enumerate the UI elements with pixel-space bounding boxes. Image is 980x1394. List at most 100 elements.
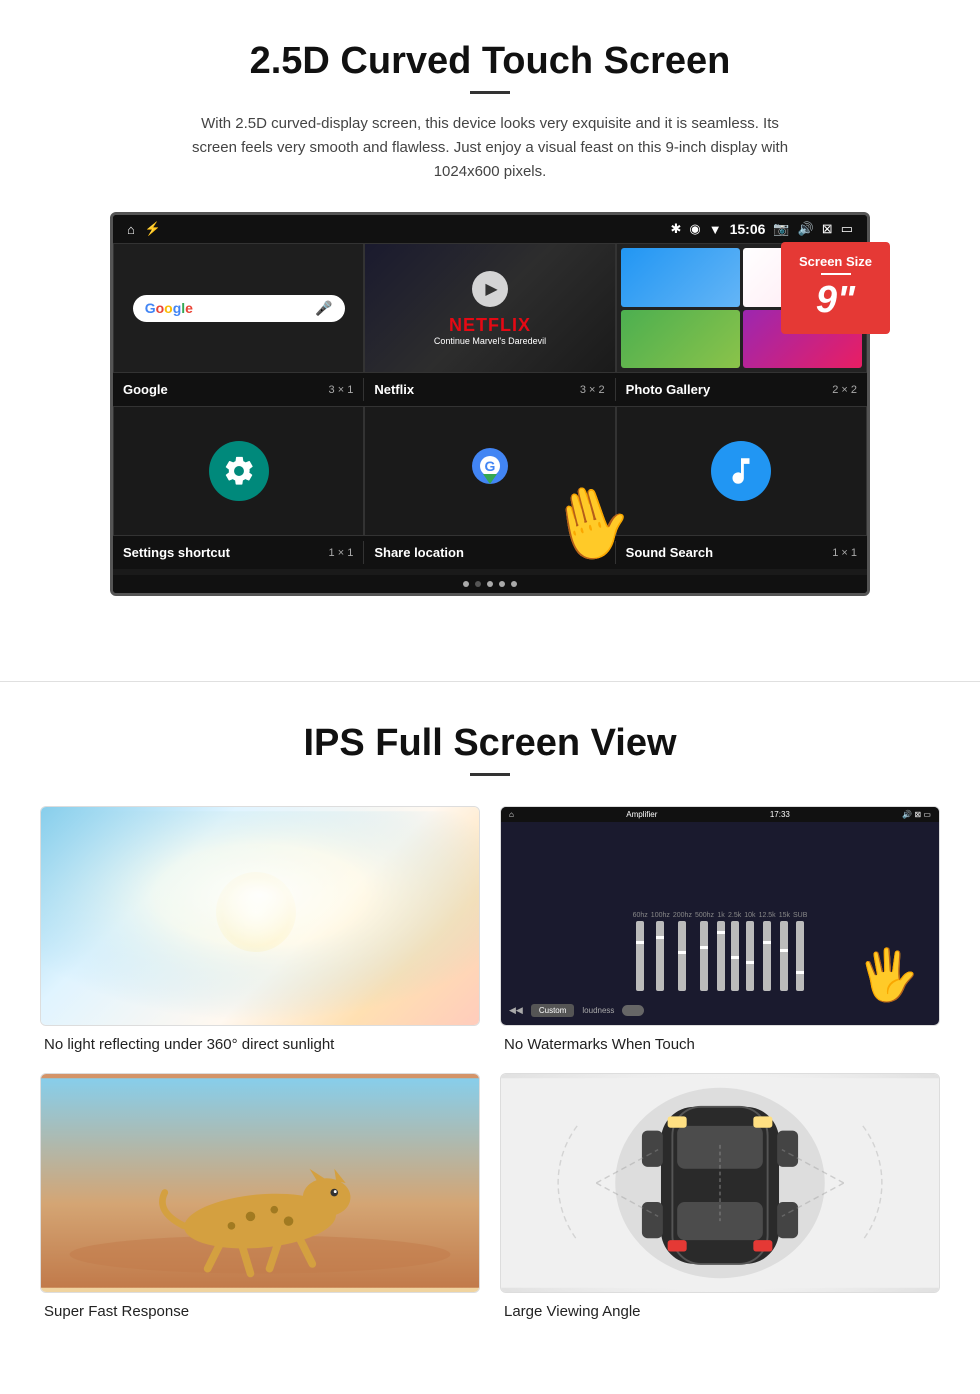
feature-label-cheetah: Super Fast Response — [40, 1303, 480, 1320]
app-label-sound: Sound Search 1 × 1 — [616, 541, 867, 564]
amp-bottom-controls: ◀◀ Custom loudness — [509, 1004, 644, 1017]
status-bar: ⌂ ⚡ ✱ ◉ ▼ 15:06 📷 🔊 ⊠ ▭ — [113, 215, 867, 243]
play-button[interactable]: ▶ — [472, 271, 508, 307]
app-grid-top: Google 🎤 ▶ NETFLIX Continue Marvel's Dar… — [113, 243, 867, 373]
app-label-row-1: Google 3 × 1 Netflix 3 × 2 Photo Gallery… — [113, 373, 867, 406]
svg-text:G: G — [485, 458, 496, 474]
app-cell-sound[interactable] — [616, 406, 867, 536]
section-ips: IPS Full Screen View — [0, 722, 980, 1360]
eq-bar-7: 10k — [744, 912, 755, 991]
sound-icon-circle — [711, 441, 771, 501]
car-image — [501, 1074, 939, 1292]
feature-grid: No light reflecting under 360° direct su… — [40, 806, 940, 1320]
app-label-gallery: Photo Gallery 2 × 2 — [616, 378, 867, 401]
amp-back-btn: ◀◀ — [509, 1005, 523, 1016]
app-label-row-2: Settings shortcut 1 × 1 Share location 1… — [113, 536, 867, 569]
netflix-size: 3 × 2 — [580, 384, 605, 396]
netflix-logo-text: NETFLIX — [434, 315, 546, 336]
gallery-thumb-1 — [621, 248, 740, 307]
amp-icons: 🔊 ⊠ ▭ — [902, 810, 931, 819]
share-label: Share location — [374, 545, 464, 560]
screen-size-label: Screen Size — [799, 254, 872, 269]
share-size: 1 × 1 — [580, 547, 605, 559]
sound-label: Sound Search — [626, 545, 713, 560]
section1-description: With 2.5D curved-display screen, this de… — [180, 112, 800, 184]
section2-divider — [470, 773, 510, 776]
page-dots — [113, 575, 867, 593]
status-left: ⌂ ⚡ — [127, 221, 161, 237]
device-mockup: Screen Size 9" ⌂ ⚡ ✱ ◉ ▼ 15:06 📷 🔊 ⊠ — [110, 212, 870, 596]
gallery-thumb-3 — [621, 310, 740, 369]
mic-icon: 🎤 — [315, 300, 332, 317]
device-screen: ⌂ ⚡ ✱ ◉ ▼ 15:06 📷 🔊 ⊠ ▭ — [110, 212, 870, 596]
settings-label: Settings shortcut — [123, 545, 230, 560]
gallery-size: 2 × 2 — [832, 384, 857, 396]
google-logo: Google — [145, 300, 193, 316]
feature-label-car: Large Viewing Angle — [500, 1303, 940, 1320]
title-divider — [470, 91, 510, 94]
status-right: ✱ ◉ ▼ 15:06 📷 🔊 ⊠ ▭ — [670, 221, 853, 237]
amp-custom-btn[interactable]: Custom — [531, 1004, 575, 1017]
cheetah-image — [41, 1074, 479, 1292]
netflix-overlay: ▶ NETFLIX Continue Marvel's Daredevil — [434, 271, 546, 346]
app-cell-share[interactable]: G 🤚 — [364, 406, 615, 536]
feature-car: Large Viewing Angle — [500, 1073, 940, 1320]
dot-4 — [499, 581, 505, 587]
feature-img-cheetah — [40, 1073, 480, 1293]
feature-img-car — [500, 1073, 940, 1293]
sunlight-image — [41, 807, 479, 1025]
usb-icon: ⚡ — [145, 221, 161, 237]
amp-time: 17:33 — [770, 810, 790, 819]
car-top-view-svg — [501, 1074, 939, 1292]
amplifier-image: ⌂ Amplifier 17:33 🔊 ⊠ ▭ 60hz — [501, 807, 939, 1025]
app-label-google: Google 3 × 1 — [113, 378, 364, 401]
amp-title: Amplifier — [626, 810, 657, 819]
battery-icon: ▭ — [841, 221, 853, 237]
amp-loudness-label: loudness — [582, 1006, 614, 1015]
loudness-toggle[interactable] — [622, 1005, 644, 1016]
maps-icon: G — [465, 446, 515, 496]
light-rays — [41, 807, 479, 1025]
dot-3 — [487, 581, 493, 587]
eq-bar-9: 15k — [779, 912, 790, 991]
amp-home-icon: ⌂ — [509, 810, 514, 819]
gear-icon — [222, 454, 256, 488]
eq-bar-8: 12.5k — [759, 912, 776, 991]
dot-5 — [511, 581, 517, 587]
feature-sunlight: No light reflecting under 360° direct su… — [40, 806, 480, 1053]
google-size: 3 × 1 — [329, 384, 354, 396]
settings-size: 1 × 1 — [329, 547, 354, 559]
wifi-icon: ▼ — [709, 222, 722, 237]
app-label-netflix: Netflix 3 × 2 — [364, 378, 615, 401]
section-curved-touch: 2.5D Curved Touch Screen With 2.5D curve… — [0, 0, 980, 631]
amp-status-bar: ⌂ Amplifier 17:33 🔊 ⊠ ▭ — [501, 807, 939, 822]
screen-size-number: 9" — [799, 279, 872, 322]
app-label-settings: Settings shortcut 1 × 1 — [113, 541, 364, 564]
eq-bar-1: 60hz — [633, 912, 648, 991]
app-cell-netflix[interactable]: ▶ NETFLIX Continue Marvel's Daredevil — [364, 243, 615, 373]
app-cell-settings[interactable] — [113, 406, 364, 536]
location-icon: ◉ — [689, 221, 700, 237]
eq-bar-3: 200hz — [673, 912, 692, 991]
x-icon: ⊠ — [822, 221, 833, 237]
screen-size-badge: Screen Size 9" — [781, 242, 890, 334]
feature-img-sunlight — [40, 806, 480, 1026]
section2-title: IPS Full Screen View — [40, 722, 940, 765]
feature-cheetah: Super Fast Response — [40, 1073, 480, 1320]
bluetooth-icon: ✱ — [670, 221, 681, 237]
feature-img-amplifier: ⌂ Amplifier 17:33 🔊 ⊠ ▭ 60hz — [500, 806, 940, 1026]
section1-title: 2.5D Curved Touch Screen — [60, 40, 920, 83]
home-icon: ⌂ — [127, 222, 135, 237]
app-grid-bottom: G 🤚 — [113, 406, 867, 536]
dot-2 — [475, 581, 481, 587]
app-cell-google[interactable]: Google 🎤 — [113, 243, 364, 373]
feature-amplifier: ⌂ Amplifier 17:33 🔊 ⊠ ▭ 60hz — [500, 806, 940, 1053]
feature-label-amplifier: No Watermarks When Touch — [500, 1036, 940, 1053]
sound-size: 1 × 1 — [832, 547, 857, 559]
netflix-label: Netflix — [374, 382, 414, 397]
touch-hand-icon: 🖐 — [854, 943, 921, 1007]
google-search-bar[interactable]: Google 🎤 — [133, 295, 345, 322]
google-label: Google — [123, 382, 168, 397]
eq-bar-5: 1k — [717, 912, 725, 991]
badge-divider — [821, 273, 851, 275]
